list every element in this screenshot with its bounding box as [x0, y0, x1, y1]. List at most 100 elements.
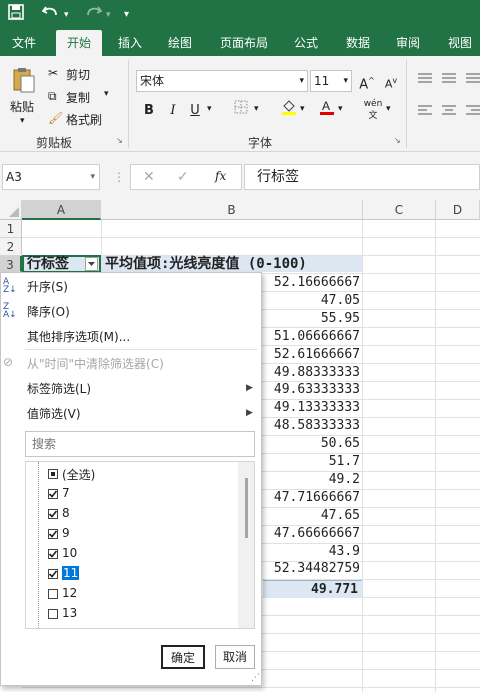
value-filter-item[interactable]: 值筛选(V)	[27, 405, 81, 422]
more-sort-options-item[interactable]: 其他排序选项(M)...	[27, 328, 130, 345]
scrollbar-thumb[interactable]	[245, 478, 248, 538]
filter-list-item[interactable]: 11	[40, 564, 230, 584]
filter-list-item[interactable]: 8	[40, 504, 230, 524]
fill-color-dropdown-icon[interactable]: ▾	[300, 104, 305, 114]
align-center-icon[interactable]	[442, 104, 456, 119]
customize-icon[interactable]: ▾	[124, 4, 129, 26]
list-scrollbar[interactable]	[238, 462, 254, 628]
checkbox[interactable]	[48, 549, 58, 559]
formula-bar-grip-icon[interactable]: ⋮	[113, 170, 125, 184]
borders-icon[interactable]	[230, 100, 252, 122]
cut-icon[interactable]: ✂	[48, 66, 58, 80]
row-header-2[interactable]: 2	[0, 238, 22, 256]
checkbox[interactable]	[48, 509, 58, 519]
column-header-b[interactable]: B	[101, 200, 363, 220]
grow-font-button[interactable]: A^	[356, 70, 378, 92]
insert-function-icon[interactable]: fx	[215, 169, 226, 183]
label-filter-item[interactable]: 标签筛选(L)	[27, 380, 91, 397]
checkbox[interactable]	[48, 489, 58, 499]
pivot-value-cell[interactable]: 49.13333333	[263, 399, 360, 417]
pivot-value-cell[interactable]: 47.05	[263, 292, 360, 310]
pivot-value-cell[interactable]: 47.65	[263, 507, 360, 525]
column-header-c[interactable]: C	[363, 200, 436, 220]
align-right-icon[interactable]	[466, 104, 480, 119]
paste-icon[interactable]	[12, 66, 36, 97]
borders-dropdown-icon[interactable]: ▾	[254, 104, 259, 114]
formula-input[interactable]: 行标签	[244, 164, 480, 190]
copy-icon[interactable]: ⧉	[48, 89, 57, 104]
checkbox[interactable]	[48, 469, 58, 479]
column-header-d[interactable]: D	[436, 200, 480, 220]
font-name-combo[interactable]: 宋体 ▾	[136, 70, 308, 92]
filter-list-item[interactable]: 13	[40, 604, 230, 624]
bold-button[interactable]: B	[138, 100, 160, 122]
filter-list-item[interactable]: 7	[40, 484, 230, 504]
phonetic-dropdown-icon[interactable]: ▾	[386, 104, 391, 114]
paste-label[interactable]: 粘贴	[10, 98, 34, 115]
phonetic-icon[interactable]: wén 文	[362, 98, 384, 121]
font-color-icon[interactable]: A	[316, 98, 338, 120]
filter-item-list[interactable]: (全选) 7 8 9 10 11 12 13	[25, 461, 255, 629]
value-field-header[interactable]: 平均值项:光线亮度值 (0-100)	[102, 256, 362, 272]
checkbox[interactable]	[48, 589, 58, 599]
filter-list-item[interactable]: (全选)	[40, 464, 230, 484]
cell-a3[interactable]: 行标签	[22, 255, 101, 273]
font-size-combo[interactable]: 11 ▾	[310, 70, 352, 92]
clipboard-launcher-icon[interactable]: ↘	[116, 136, 123, 145]
undo-icon[interactable]	[41, 4, 60, 26]
shrink-font-button[interactable]: Av	[380, 70, 402, 92]
redo-dropdown-icon[interactable]: ▾	[106, 4, 111, 26]
tab-review[interactable]: 审阅	[388, 30, 428, 56]
align-middle-icon[interactable]	[442, 72, 456, 87]
tab-insert[interactable]: 插入	[110, 30, 150, 56]
checkbox[interactable]	[48, 529, 58, 539]
search-input[interactable]	[25, 431, 255, 457]
tab-file[interactable]: 文件	[4, 30, 44, 56]
save-icon[interactable]	[8, 4, 24, 26]
filter-dropdown-button[interactable]	[85, 257, 98, 271]
clear-filter-item[interactable]: 从"时间"中清除筛选器(C)	[27, 355, 164, 372]
format-painter-icon[interactable]: 🖌	[48, 111, 63, 125]
pivot-value-cell[interactable]: 52.16666667	[263, 274, 360, 292]
cancel-button[interactable]: 取消	[215, 645, 255, 669]
row-header-3[interactable]: 3	[0, 256, 22, 272]
paste-dropdown-icon[interactable]: ▾	[20, 116, 25, 126]
italic-button[interactable]: I	[162, 100, 184, 122]
checkbox[interactable]	[48, 569, 58, 579]
select-all-corner[interactable]	[0, 200, 22, 220]
tab-draw[interactable]: 绘图	[160, 30, 200, 56]
tab-page-layout[interactable]: 页面布局	[212, 30, 276, 56]
align-left-icon[interactable]	[418, 104, 432, 119]
resize-grip-icon[interactable]: ⋰	[251, 673, 260, 683]
pivot-value-cell[interactable]: 47.66666667	[263, 525, 360, 543]
pivot-value-cell[interactable]: 55.95	[263, 310, 360, 328]
underline-dropdown-icon[interactable]: ▾	[207, 104, 212, 114]
filter-list-item[interactable]: 10	[40, 544, 230, 564]
pivot-value-cell[interactable]: 49.2	[263, 471, 360, 489]
tab-data[interactable]: 数据	[338, 30, 378, 56]
pivot-value-cell[interactable]: 48.58333333	[263, 417, 360, 435]
column-header-a[interactable]: A	[22, 200, 101, 220]
pivot-value-cell[interactable]: 51.7	[263, 453, 360, 471]
sort-ascending-item[interactable]: 升序(S)	[27, 278, 68, 295]
pivot-value-cell[interactable]: 49.63333333	[263, 381, 360, 399]
pivot-value-cell[interactable]: 52.34482759	[263, 560, 360, 578]
pivot-value-cell[interactable]: 47.71666667	[263, 489, 360, 507]
undo-dropdown-icon[interactable]: ▾	[64, 4, 69, 26]
checkbox[interactable]	[48, 609, 58, 619]
sort-descending-item[interactable]: 降序(O)	[27, 303, 70, 320]
copy-label[interactable]: 复制	[66, 89, 90, 106]
pivot-value-cell[interactable]: 43.9	[263, 543, 360, 561]
name-box[interactable]: A3 ▾	[2, 164, 100, 190]
grand-total-value[interactable]: 49.771	[263, 580, 362, 598]
cut-label[interactable]: 剪切	[66, 66, 90, 83]
filter-list-item[interactable]: 9	[40, 524, 230, 544]
row-header-1[interactable]: 1	[0, 220, 22, 238]
redo-icon[interactable]	[84, 4, 103, 26]
ok-button[interactable]: 确定	[161, 645, 205, 669]
copy-dropdown-icon[interactable]: ▾	[104, 89, 109, 99]
tab-formulas[interactable]: 公式	[286, 30, 326, 56]
align-top-icon[interactable]	[418, 72, 432, 87]
enter-entry-icon[interactable]: ✓	[177, 169, 189, 185]
tab-view[interactable]: 视图	[440, 30, 480, 56]
